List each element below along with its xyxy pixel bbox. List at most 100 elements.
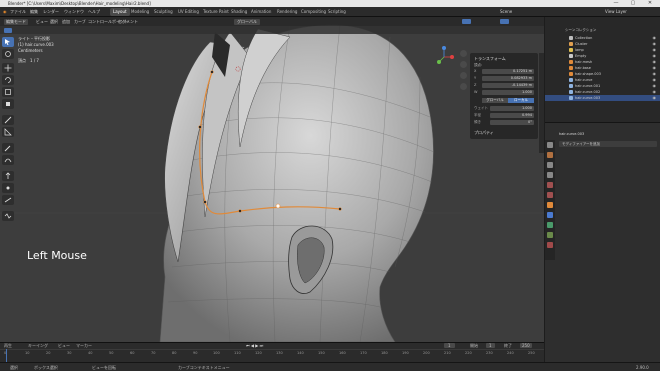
rotate-tool-icon[interactable] [2,75,14,85]
field-radius[interactable]: 半径 0.994 [474,113,534,119]
menu-add[interactable]: 追加 [62,19,70,25]
playhead[interactable] [6,349,7,362]
minimize-button[interactable]: — [608,0,624,7]
render-tab-icon[interactable] [547,152,553,158]
global-space-button[interactable]: グローバル [482,98,508,103]
physics-tab-icon[interactable] [547,222,553,228]
move-tool-icon[interactable] [2,63,14,73]
status-box-select: ボックス選択 [34,365,58,370]
pen-tool-icon[interactable] [2,155,14,165]
menu-file[interactable]: ファイル [10,9,26,15]
field-z[interactable]: Z -0.14439 m [474,83,534,89]
draw-tool-icon[interactable] [2,143,14,153]
visibility-eye-icon[interactable]: ◉ [653,77,657,82]
tab-modeling[interactable]: Modeling [128,8,152,16]
field-tilt[interactable]: 傾き 0° [474,120,534,126]
menu-window[interactable]: ウィンドウ [64,9,84,15]
outliner-scene-collection[interactable]: シーンコレクション [565,28,596,33]
timeline[interactable]: 再生 キーイング ビュー マーカー ⏮ ◀ ▶ ⏭ 1 開始 1 終了 250 … [0,342,544,362]
local-space-button[interactable]: ローカル [508,98,534,103]
visibility-eye-icon[interactable]: ◉ [653,41,657,46]
menu-edit[interactable]: 編集 [30,9,38,15]
sidebar-tabs[interactable] [539,53,544,153]
pan-hand-icon[interactable] [460,61,467,68]
menu-select[interactable]: 選択 [50,19,58,25]
material-tab-icon[interactable] [547,242,553,248]
scene-selector[interactable]: Scene [500,9,512,14]
view-layer-selector[interactable]: View Layer [605,9,627,14]
visibility-eye-icon[interactable]: ◉ [653,47,657,52]
field-x[interactable]: X 0.17251 m [474,69,534,75]
shading-solid-icon[interactable] [500,19,509,24]
scale-tool-icon[interactable] [2,87,14,97]
visibility-eye-icon[interactable]: ◉ [653,95,657,100]
tab-sculpting[interactable]: Sculpting [151,8,176,16]
navigation-gizmo[interactable] [430,43,458,71]
menu-view[interactable]: ビュー [36,19,48,25]
add-modifier-dropdown[interactable]: モディファイアーを追加 [559,141,657,147]
frame-tick: 230 [486,351,493,355]
menu-help[interactable]: ヘルプ [88,9,100,15]
visibility-eye-icon[interactable]: ◉ [653,89,657,94]
window-title: Blender* [C:\Users\Maxim\Desktop\Blender… [8,1,151,6]
annotate-tool-icon[interactable] [2,115,14,125]
mode-dropdown[interactable]: 編集モード [4,19,28,25]
tab-uv-editing[interactable]: UV Editing [175,8,202,16]
start-frame-field[interactable]: 1 [486,343,495,348]
blender-logo-icon[interactable]: ◉ [3,9,7,14]
object-tab-icon[interactable] [547,202,553,208]
visibility-eye-icon[interactable]: ◉ [653,65,657,70]
vertex-count: 頂点 1 / 7 [18,58,39,63]
visibility-eye-icon[interactable]: ◉ [653,71,657,76]
output-tab-icon[interactable] [547,162,553,168]
transform-tool-icon[interactable] [2,99,14,109]
current-frame-field[interactable]: 1 [444,343,455,348]
radius-tool-icon[interactable] [2,183,14,193]
overlay-toggle-icon[interactable] [462,19,471,24]
end-frame-field[interactable]: 250 [520,343,532,348]
field-y[interactable]: Y 0.082933 m [474,76,534,82]
tool-tab-icon[interactable] [547,142,553,148]
3d-viewport[interactable]: 編集モード ビュー 選択 追加 カーブ コントロールポイント セグメント グロー… [0,17,544,342]
world-tab-icon[interactable] [547,192,553,198]
field-w[interactable]: W 1.000 [474,90,534,96]
scene-tab-icon[interactable] [547,182,553,188]
frame-tick: 180 [381,351,388,355]
constraints-tab-icon[interactable] [547,232,553,238]
modifier-wrench-icon[interactable] [547,212,553,218]
menu-segments[interactable]: セグメント [118,19,138,25]
tab-shading[interactable]: Shading [228,8,250,16]
visibility-eye-icon[interactable]: ◉ [653,53,657,58]
close-button[interactable]: ✕ [642,0,658,7]
zoom-icon[interactable] [460,50,467,57]
camera-view-icon[interactable] [460,72,467,79]
outliner-item-selected[interactable]: hair.curve.003 ◉ [545,95,660,101]
visibility-eye-icon[interactable]: ◉ [653,83,657,88]
view-layer-tab-icon[interactable] [547,172,553,178]
menu-render[interactable]: レンダー [43,9,59,15]
randomize-tool-icon[interactable] [2,211,14,221]
frame-tick: 20 [46,351,51,355]
tab-scripting[interactable]: Scripting [325,8,349,16]
properties-panel-title[interactable]: プロパティ [474,130,494,136]
select-mode-icon[interactable] [4,27,12,33]
tab-layout[interactable]: Layout [110,8,130,16]
menu-curve[interactable]: カーブ [74,19,86,25]
status-curve-context-menu: カーブコンテキストメニュー [178,365,230,370]
extrude-tool-icon[interactable] [2,171,14,181]
select-box-tool-icon[interactable] [2,37,14,47]
field-weight[interactable]: ウェイト 1.000 [474,106,534,112]
perspective-toggle-icon[interactable] [460,83,467,90]
maximize-button[interactable]: ▢ [625,0,641,7]
playback-controls[interactable]: ⏮ ◀ ▶ ⏭ [246,343,263,348]
cursor-tool-icon[interactable] [2,49,14,59]
blender-version: 2.90.0 [636,365,649,370]
measure-tool-icon[interactable] [2,127,14,137]
tab-animation[interactable]: Animation [248,8,274,16]
visibility-eye-icon[interactable]: ◉ [653,35,657,40]
tilt-tool-icon[interactable] [2,195,14,205]
transform-orientation-dropdown[interactable]: グローバル [234,19,260,25]
tab-rendering[interactable]: Rendering [274,8,300,16]
visibility-eye-icon[interactable]: ◉ [653,59,657,64]
properties-editor: hair.curve.003 モディファイアーを追加 [545,122,660,362]
